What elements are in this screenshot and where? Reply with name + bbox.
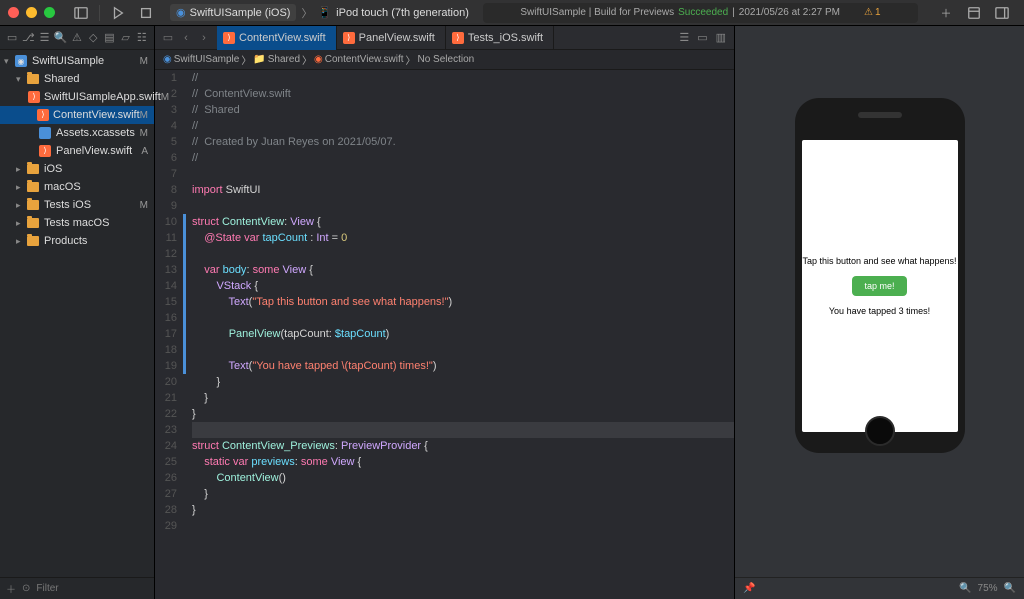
editor-tab[interactable]: ⟩ContentView.swift xyxy=(217,26,337,50)
warning-badge[interactable]: ⚠ 1 xyxy=(864,7,881,18)
breakpoint-navigator-icon[interactable]: ▱ xyxy=(119,31,133,44)
zoom-in-button[interactable]: 🔍 xyxy=(1004,583,1016,594)
minimize-window-button[interactable] xyxy=(26,7,37,18)
issue-navigator-icon[interactable]: ⚠ xyxy=(70,31,84,44)
filter-icon: ⊙ xyxy=(22,583,30,594)
tree-item[interactable]: Assets.xcassetsM xyxy=(0,124,154,142)
forward-button[interactable]: › xyxy=(197,32,211,44)
back-button[interactable]: ‹ xyxy=(179,32,193,44)
add-file-button[interactable]: ＋ xyxy=(6,581,16,596)
tree-item[interactable]: ▾Shared xyxy=(0,70,154,88)
window-controls xyxy=(8,7,55,18)
device-frame: Tap this button and see what happens! ta… xyxy=(795,98,965,453)
symbol-navigator-icon[interactable]: ☰ xyxy=(38,31,52,44)
tree-item[interactable]: ⟩PanelView.swiftA xyxy=(0,142,154,160)
tree-item[interactable]: ▸Tests macOS xyxy=(0,214,154,232)
source-control-navigator-icon[interactable]: ⎇ xyxy=(21,31,35,44)
tree-item[interactable]: ▸iOS xyxy=(0,160,154,178)
preview-footer: 📌 🔍 75% 🔍 xyxy=(735,577,1024,599)
editor-options-icon[interactable]: ☰ xyxy=(679,31,689,44)
file-tree: ▾◉ SwiftUISampleM ▾Shared⟩SwiftUISampleA… xyxy=(0,50,154,577)
project-navigator-icon[interactable]: ▭ xyxy=(5,31,19,44)
device-speaker xyxy=(858,112,902,118)
sidebar-toggle-icon[interactable] xyxy=(70,4,92,22)
preview-text-1: Tap this button and see what happens! xyxy=(802,256,956,266)
inspector-toggle-icon[interactable] xyxy=(991,4,1013,22)
navigator-panel: ▭ ⎇ ☰ 🔍 ⚠ ◇ ▤ ▱ ☷ ▾◉ SwiftUISampleM ▾Sha… xyxy=(0,26,155,599)
navigator-selector: ▭ ⎇ ☰ 🔍 ⚠ ◇ ▤ ▱ ☷ xyxy=(0,26,154,50)
navigator-filter: ＋ ⊙ Filter xyxy=(0,577,154,599)
editor-tab[interactable]: ⟩Tests_iOS.swift xyxy=(446,26,554,50)
tree-item[interactable]: ▸Tests iOSM xyxy=(0,196,154,214)
zoom-out-button[interactable]: 🔍 xyxy=(959,583,971,594)
tabbar: ▭ ‹ › ⟩ContentView.swift⟩PanelView.swift… xyxy=(155,26,734,50)
home-button[interactable] xyxy=(865,416,895,446)
close-window-button[interactable] xyxy=(8,7,19,18)
editor-tab[interactable]: ⟩PanelView.swift xyxy=(337,26,446,50)
pin-preview-icon[interactable]: 📌 xyxy=(743,583,755,594)
add-editor-icon[interactable]: ▥ xyxy=(716,31,726,44)
find-navigator-icon[interactable]: 🔍 xyxy=(54,31,68,44)
tree-item[interactable]: ⟩ContentView.swiftM xyxy=(0,106,154,124)
preview-tap-button[interactable]: tap me! xyxy=(852,276,906,296)
stop-button[interactable] xyxy=(135,4,157,22)
zoom-level[interactable]: 75% xyxy=(978,583,998,594)
tree-item[interactable]: ▸macOS xyxy=(0,178,154,196)
run-button[interactable] xyxy=(107,4,129,22)
preview-text-2: You have tapped 3 times! xyxy=(829,306,930,316)
report-navigator-icon[interactable]: ☷ xyxy=(135,31,149,44)
filter-input[interactable]: Filter xyxy=(36,583,58,594)
project-root[interactable]: ▾◉ SwiftUISampleM xyxy=(0,52,154,70)
activity-view[interactable]: SwiftUISample | Build for Previews Succe… xyxy=(483,3,918,23)
adjust-editor-icon[interactable]: ▭ xyxy=(697,31,707,44)
add-button[interactable]: ＋ xyxy=(935,4,957,22)
scheme-selector[interactable]: ◉SwiftUISample (iOS) 〉 📱 iPod touch (7th… xyxy=(170,4,469,21)
device-screen[interactable]: Tap this button and see what happens! ta… xyxy=(802,140,958,432)
test-navigator-icon[interactable]: ◇ xyxy=(86,31,100,44)
preview-canvas: ◉ ◎ ▶ Preview ▢ ⧉ Tap this button and se… xyxy=(734,26,1024,599)
jumpbar[interactable]: ◉SwiftUISample〉 📁Shared〉 ◉ContentView.sw… xyxy=(155,50,734,70)
debug-navigator-icon[interactable]: ▤ xyxy=(102,31,116,44)
titlebar: ◉SwiftUISample (iOS) 〉 📱 iPod touch (7th… xyxy=(0,0,1024,26)
code-editor[interactable]: 1234567891011121314151617181920212223242… xyxy=(155,70,734,599)
tree-item[interactable]: ⟩SwiftUISampleApp.swiftM xyxy=(0,88,154,106)
editor-area: ▭ ‹ › ⟩ContentView.swift⟩PanelView.swift… xyxy=(155,26,734,599)
related-items-button[interactable]: ▭ xyxy=(161,31,175,44)
library-button[interactable] xyxy=(963,4,985,22)
tree-item[interactable]: ▸Products xyxy=(0,232,154,250)
zoom-window-button[interactable] xyxy=(44,7,55,18)
